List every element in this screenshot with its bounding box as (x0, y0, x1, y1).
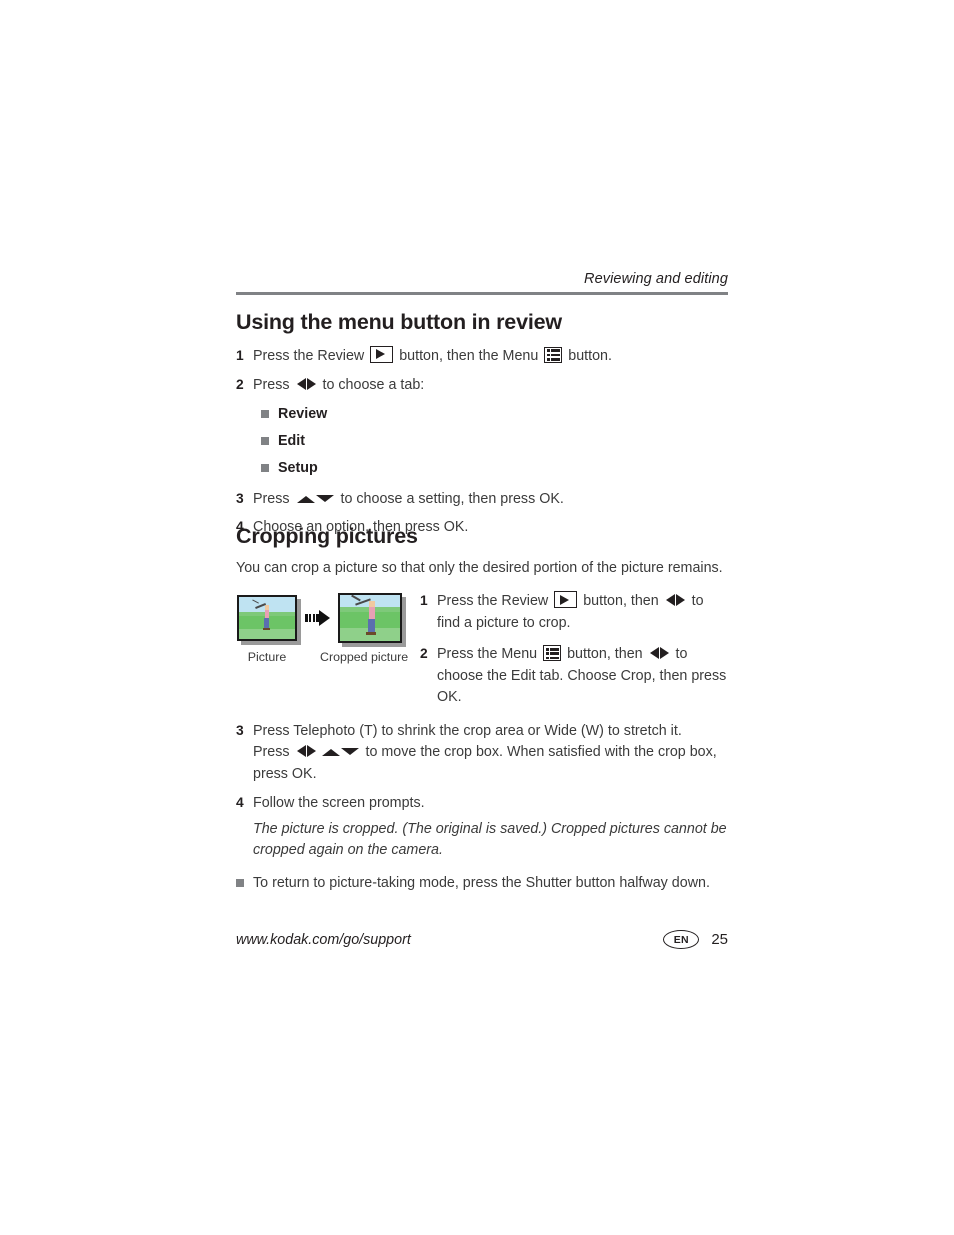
tab-setup-label: Setup (278, 460, 318, 477)
cropped-picture-image (338, 593, 402, 644)
caption-picture: Picture (247, 650, 287, 665)
document-page: Reviewing and editing Using the menu but… (236, 0, 728, 1235)
step-1: 1 Press the Review button, then the Menu… (236, 345, 728, 367)
list-item: Setup (261, 458, 728, 479)
picture-image (237, 595, 297, 642)
page-title: Using the menu button in review (236, 310, 562, 334)
step1-text-a: Press the Review (253, 347, 369, 364)
left-right-arrows-icon (665, 591, 685, 612)
step-number: 3 (236, 722, 244, 738)
crop3-line1: Press Telephoto (T) to shrink the crop a… (253, 722, 682, 739)
step3-text-a: Press (253, 490, 294, 507)
up-down-arrows-icon (296, 489, 334, 510)
crop3-text-a: Press (253, 744, 294, 761)
step-number: 2 (420, 646, 428, 662)
step-2: 2 Press to choose a tab: (236, 375, 728, 396)
step-text: Press the Menu button, then to choose th… (437, 644, 728, 708)
figure-captions: Picture Cropped picture (236, 650, 416, 664)
step-number: 4 (236, 794, 244, 810)
step-text: Press to choose a setting, then press OK… (253, 489, 728, 510)
step1-text-b: button, then the Menu (395, 347, 543, 364)
step1-text-c: button. (564, 347, 612, 364)
step-text: Press the Review button, then the Menu b… (253, 345, 728, 367)
final-bullet-text: To return to picture-taking mode, press … (253, 874, 710, 891)
crop-step-3: 3 Press Telephoto (T) to shrink the crop… (236, 721, 728, 785)
caption-cropped-picture: Cropped picture (320, 650, 409, 665)
tab-edit-label: Edit (278, 433, 306, 450)
section-intro-text: You can crop a picture so that only the … (236, 559, 723, 576)
left-right-arrows-icon (296, 742, 316, 763)
square-bullet-icon (261, 409, 269, 418)
crop4-line1: Follow the screen prompts. (253, 794, 425, 811)
crop3-line2: Press to move the crop box. When satisfi… (253, 742, 728, 785)
transform-arrow-icon (305, 607, 331, 629)
review-icon (554, 591, 578, 609)
header-rule (236, 291, 728, 295)
crop4-note: The picture is cropped. (The original is… (253, 821, 727, 859)
square-bullet-icon (261, 437, 269, 446)
running-header: Reviewing and editing (236, 271, 728, 295)
square-bullet-icon (236, 878, 244, 887)
crop-step-1: 1 Press the Review button, then to find … (420, 591, 728, 634)
page-footer: www.kodak.com/go/support EN 25 (236, 930, 728, 949)
list-item: Review (261, 404, 728, 425)
step-text: Press the Review button, then to find a … (437, 591, 728, 634)
step-number: 3 (236, 490, 244, 506)
step-number: 1 (420, 593, 428, 609)
cropped-picture-thumbnail (338, 593, 406, 648)
language-badge: EN (663, 930, 700, 949)
list-item: Edit (261, 431, 728, 452)
review-icon (370, 345, 394, 363)
step2-text-b: to choose a tab: (318, 377, 425, 394)
crop-step-4: 4 Follow the screen prompts. The picture… (236, 793, 728, 861)
page-number: 25 (711, 931, 728, 948)
footer-right-group: EN 25 (663, 930, 728, 949)
step-number: 2 (236, 377, 244, 393)
step-text: Press Telephoto (T) to shrink the crop a… (253, 721, 728, 785)
left-right-arrows-icon (649, 644, 669, 665)
crop2-text-b: button, then (563, 646, 647, 663)
section-cropping-pictures: Cropping pictures You can crop a picture… (236, 524, 728, 894)
step-text: Press to choose a tab: (253, 375, 728, 396)
left-right-arrows-icon (296, 375, 316, 396)
tab-review-label: Review (278, 405, 328, 422)
menu-icon (543, 645, 562, 662)
up-down-arrows-icon (321, 742, 359, 763)
step-text: Follow the screen prompts. The picture i… (253, 793, 728, 861)
crop1-text-a: Press the Review (437, 593, 553, 610)
section-menu-button: Using the menu button in review 1 Press … (236, 310, 728, 539)
step2-text-a: Press (253, 377, 294, 394)
support-url[interactable]: www.kodak.com/go/support (236, 932, 411, 948)
step3-text-b: to choose a setting, then press OK. (336, 490, 564, 507)
thumbnail-row (236, 591, 416, 648)
crop-steps-1-2: 1 Press the Review button, then to find … (416, 591, 728, 708)
square-bullet-icon (261, 464, 269, 473)
section-heading-cropping: Cropping pictures (236, 524, 418, 548)
step-number: 1 (236, 347, 244, 363)
picture-thumbnail (237, 595, 301, 646)
crop2-text-a: Press the Menu (437, 646, 542, 663)
figure-and-steps: Picture Cropped picture 1 Press the Revi… (236, 591, 728, 708)
tab-list: Review Edit Setup (261, 404, 728, 480)
crop-step-2: 2 Press the Menu button, then to choose … (420, 644, 728, 708)
crop1-text-b: button, then (579, 593, 663, 610)
step-3: 3 Press to choose a setting, then press … (236, 489, 728, 510)
crop-figure: Picture Cropped picture (236, 591, 416, 664)
header-title: Reviewing and editing (584, 271, 728, 287)
menu-icon (544, 346, 563, 363)
final-bullet-item: To return to picture-taking mode, press … (236, 873, 728, 894)
